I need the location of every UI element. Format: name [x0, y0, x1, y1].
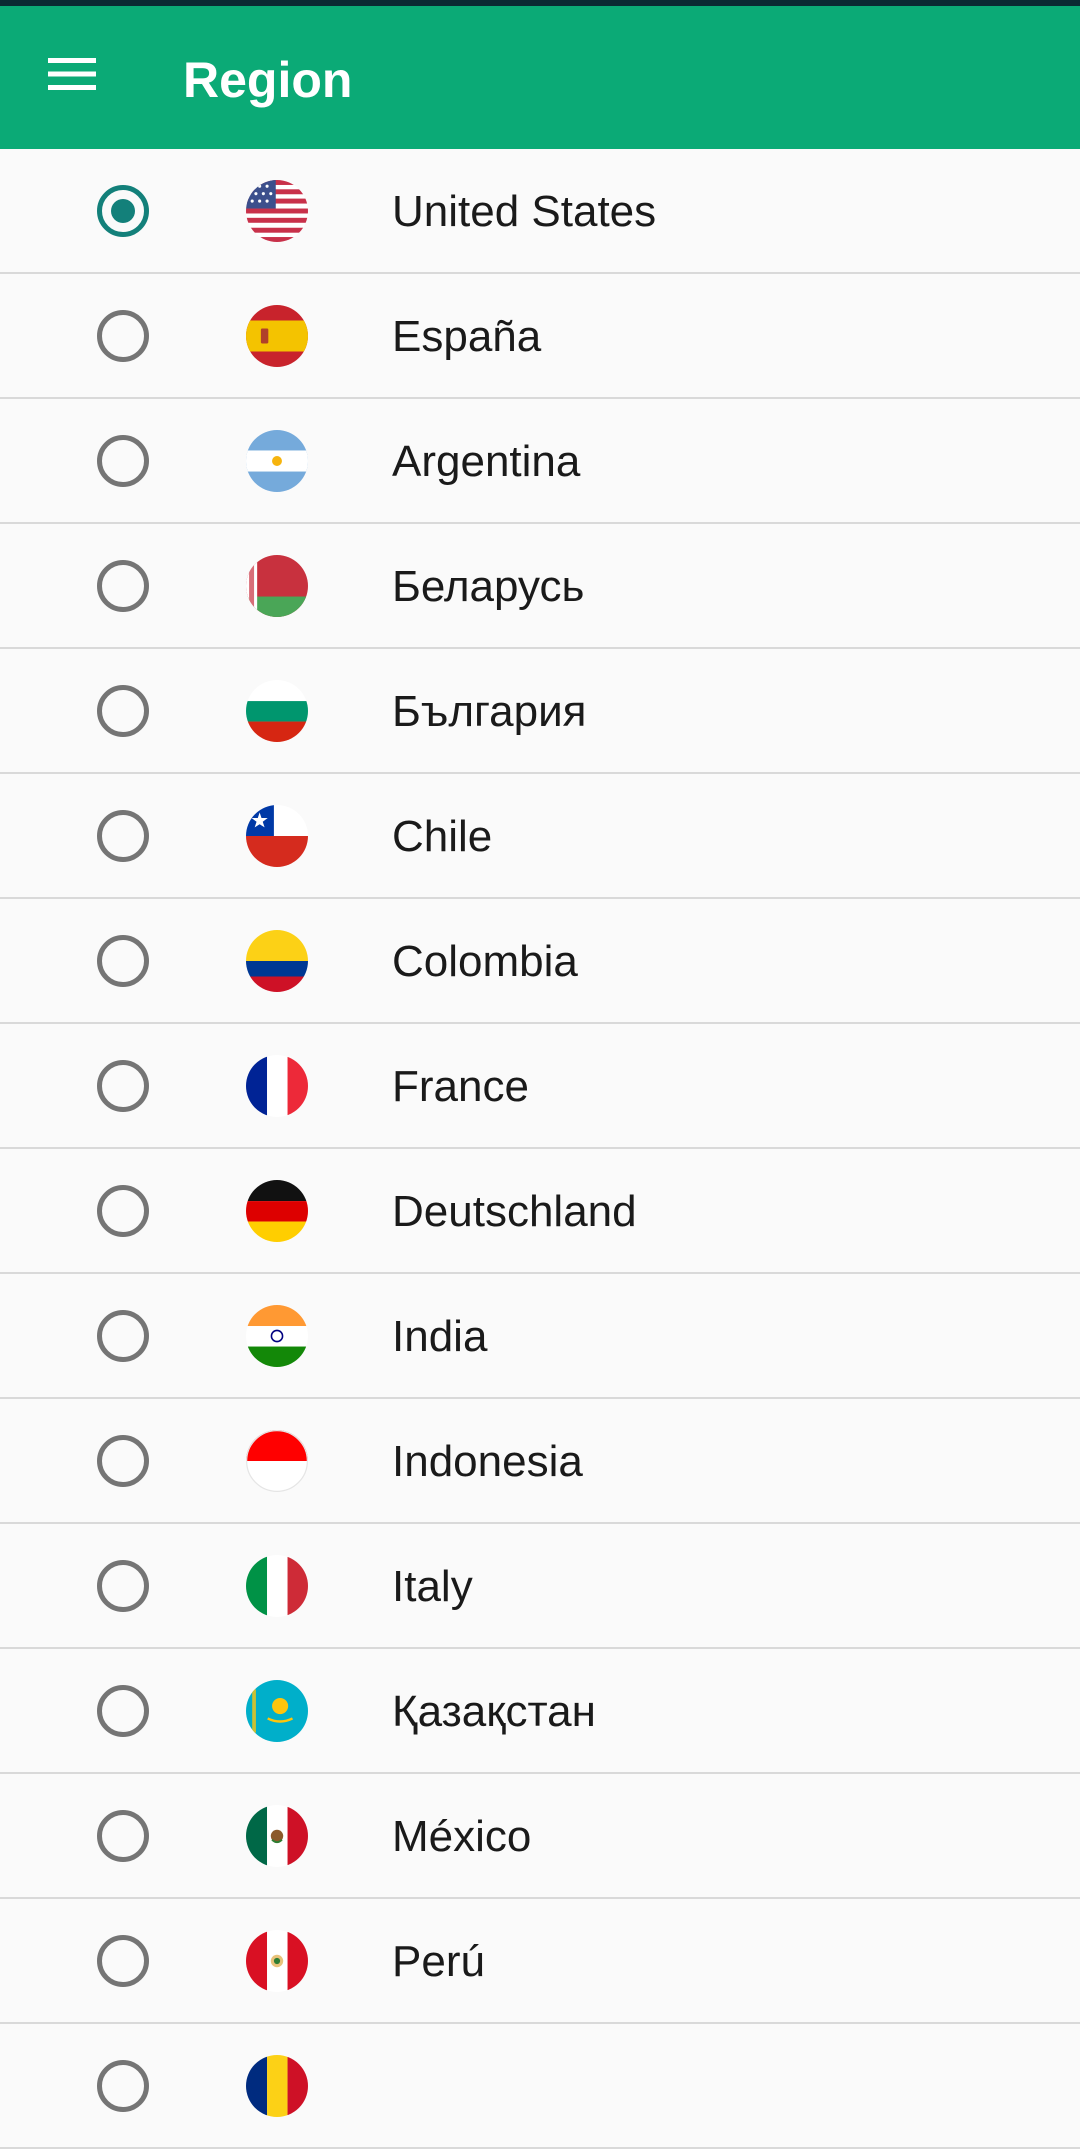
- region-label: Deutschland: [392, 1187, 637, 1236]
- argentina-flag-icon: [246, 430, 308, 492]
- region-row-mexico[interactable]: México: [0, 1774, 1080, 1899]
- radio-button[interactable]: [97, 1435, 149, 1487]
- chile-flag-icon: [246, 805, 308, 867]
- region-label: България: [392, 687, 587, 736]
- radio-button[interactable]: [97, 1685, 149, 1737]
- region-label: Perú: [392, 1937, 485, 1986]
- region-label: Қазақстан: [392, 1687, 596, 1736]
- page-title: Region: [183, 52, 353, 108]
- germany-flag-icon: [246, 1180, 308, 1242]
- indonesia-flag-icon: [246, 1430, 308, 1492]
- radio-button[interactable]: [97, 1060, 149, 1112]
- radio-button[interactable]: [97, 1310, 149, 1362]
- region-label: Беларусь: [392, 562, 585, 611]
- radio-button[interactable]: [97, 2060, 149, 2112]
- region-label: Indonesia: [392, 1437, 583, 1486]
- region-row-united-states[interactable]: United States: [0, 149, 1080, 274]
- region-row-chile[interactable]: Chile: [0, 774, 1080, 899]
- region-row-france[interactable]: France: [0, 1024, 1080, 1149]
- region-row-india[interactable]: India: [0, 1274, 1080, 1399]
- radio-button[interactable]: [97, 185, 149, 237]
- region-list: United States España Argentina Беларусь …: [0, 149, 1080, 2149]
- region-label: Chile: [392, 812, 493, 861]
- app-bar: Region: [0, 6, 1080, 149]
- hamburger-menu-icon: [48, 58, 96, 90]
- kazakhstan-flag-icon: [246, 1680, 308, 1742]
- region-label: Argentina: [392, 437, 581, 486]
- belarus-flag-icon: [246, 555, 308, 617]
- region-row-espana[interactable]: España: [0, 274, 1080, 399]
- region-label: México: [392, 1812, 532, 1861]
- region-label: Colombia: [392, 937, 578, 986]
- menu-button[interactable]: [30, 32, 114, 116]
- region-label: Italy: [392, 1562, 473, 1611]
- radio-button[interactable]: [97, 935, 149, 987]
- radio-button[interactable]: [97, 1185, 149, 1237]
- region-row-kazakhstan[interactable]: Қазақстан: [0, 1649, 1080, 1774]
- india-flag-icon: [246, 1305, 308, 1367]
- radio-button[interactable]: [97, 1560, 149, 1612]
- italy-flag-icon: [246, 1555, 308, 1617]
- region-row-belarus[interactable]: Беларусь: [0, 524, 1080, 649]
- radio-button[interactable]: [97, 560, 149, 612]
- region-row-bulgaria[interactable]: България: [0, 649, 1080, 774]
- region-row-argentina[interactable]: Argentina: [0, 399, 1080, 524]
- radio-button[interactable]: [97, 810, 149, 862]
- radio-button[interactable]: [97, 310, 149, 362]
- spain-flag-icon: [246, 305, 308, 367]
- region-row-romania[interactable]: [0, 2024, 1080, 2149]
- region-row-italy[interactable]: Italy: [0, 1524, 1080, 1649]
- radio-button[interactable]: [97, 685, 149, 737]
- region-label: France: [392, 1062, 529, 1111]
- us-flag-icon: [246, 180, 308, 242]
- mexico-flag-icon: [246, 1805, 308, 1867]
- peru-flag-icon: [246, 1930, 308, 1992]
- radio-button[interactable]: [97, 1935, 149, 1987]
- bulgaria-flag-icon: [246, 680, 308, 742]
- region-row-peru[interactable]: Perú: [0, 1899, 1080, 2024]
- radio-button[interactable]: [97, 1810, 149, 1862]
- romania-flag-icon: [246, 2055, 308, 2117]
- region-row-colombia[interactable]: Colombia: [0, 899, 1080, 1024]
- region-row-deutschland[interactable]: Deutschland: [0, 1149, 1080, 1274]
- region-label: United States: [392, 187, 657, 236]
- region-label: India: [392, 1312, 488, 1361]
- colombia-flag-icon: [246, 930, 308, 992]
- region-label: España: [392, 312, 542, 361]
- region-row-indonesia[interactable]: Indonesia: [0, 1399, 1080, 1524]
- france-flag-icon: [246, 1055, 308, 1117]
- radio-button[interactable]: [97, 435, 149, 487]
